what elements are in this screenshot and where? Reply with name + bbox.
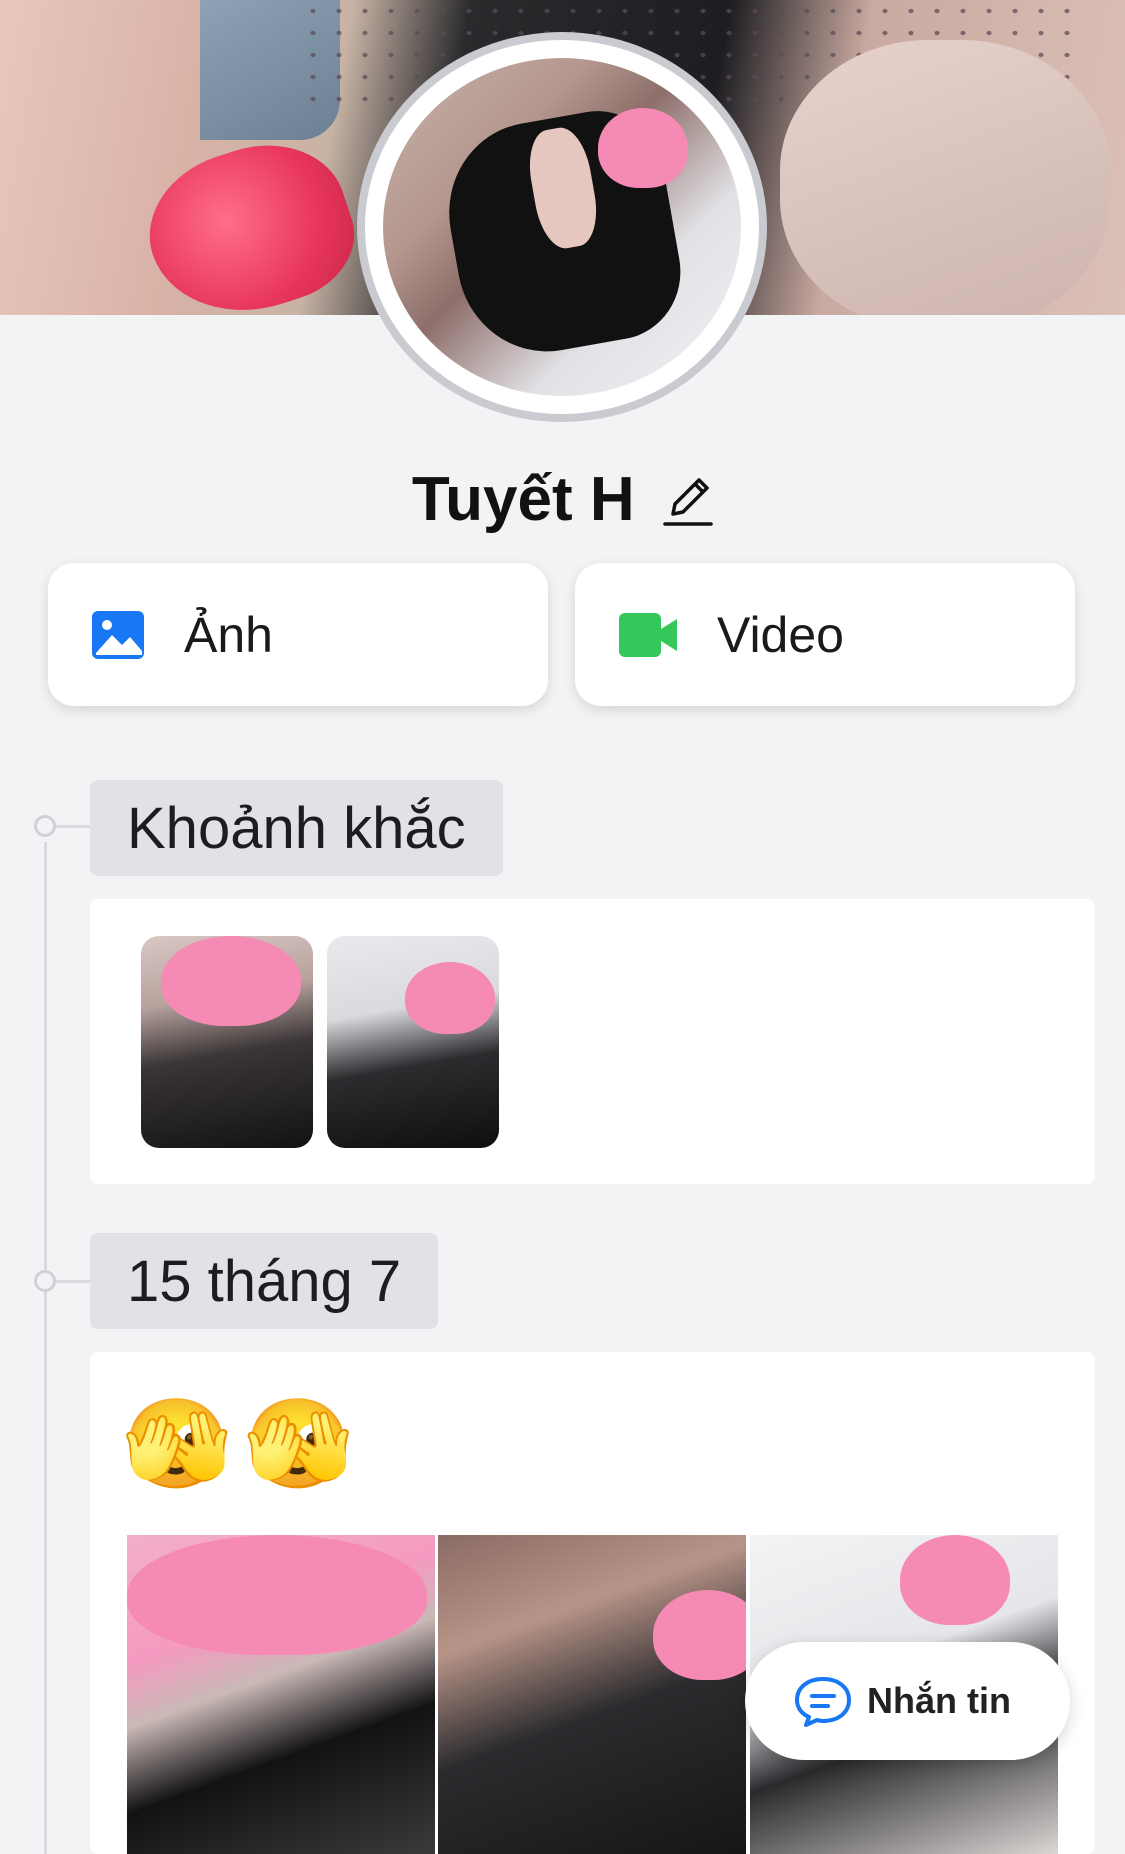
avatar-photo bbox=[383, 58, 741, 396]
profile-header: Tuyết H bbox=[0, 464, 1125, 535]
heart-sticker-icon bbox=[598, 108, 688, 188]
moment-thumbnail-1[interactable] bbox=[141, 936, 313, 1148]
moments-tag: Khoảnh khắc bbox=[90, 780, 503, 876]
pencil-icon[interactable] bbox=[661, 470, 713, 530]
cover-flower bbox=[130, 123, 370, 315]
photos-button[interactable]: Ảnh bbox=[48, 563, 548, 706]
videos-button[interactable]: Video bbox=[575, 563, 1075, 706]
cover-arm bbox=[780, 40, 1110, 315]
photos-label: Ảnh bbox=[184, 606, 273, 663]
post-photo-1[interactable] bbox=[127, 1535, 435, 1854]
post-photo-2[interactable] bbox=[438, 1535, 746, 1854]
message-label: Nhắn tin bbox=[867, 1680, 1011, 1721]
videos-label: Video bbox=[717, 606, 844, 663]
post-date-tag: 15 tháng 7 bbox=[90, 1233, 439, 1329]
image-icon bbox=[90, 607, 146, 663]
moments-label: Khoảnh khắc bbox=[127, 795, 466, 861]
timeline-dot bbox=[34, 815, 56, 837]
timeline-connector bbox=[56, 825, 90, 828]
heart-sticker-icon bbox=[127, 1535, 427, 1655]
post-date: 15 tháng 7 bbox=[127, 1248, 402, 1314]
heart-sticker-icon bbox=[653, 1590, 746, 1680]
post-text: 🫣🫣 bbox=[122, 1394, 366, 1493]
moment-thumbnail-2[interactable] bbox=[327, 936, 499, 1148]
chat-bubble-icon bbox=[793, 1675, 853, 1727]
timeline-line bbox=[44, 842, 47, 1854]
heart-sticker-icon bbox=[900, 1535, 1010, 1625]
message-button[interactable]: Nhắn tin bbox=[745, 1642, 1070, 1760]
video-camera-icon bbox=[617, 607, 679, 663]
heart-sticker-icon bbox=[161, 936, 301, 1026]
heart-sticker-icon bbox=[405, 962, 495, 1034]
avatar[interactable] bbox=[357, 32, 767, 422]
timeline-dot bbox=[34, 1270, 56, 1292]
profile-name: Tuyết H bbox=[411, 465, 635, 534]
timeline-connector bbox=[56, 1280, 90, 1283]
